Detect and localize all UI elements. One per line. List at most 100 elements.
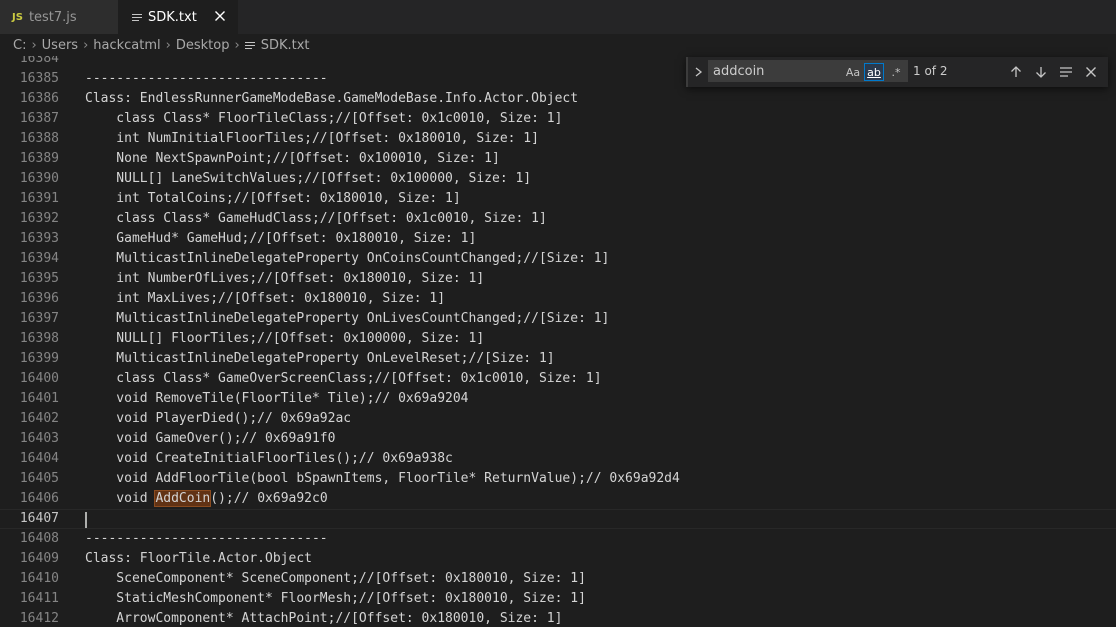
regex-toggle[interactable]: .* [886, 63, 906, 81]
arrow-up-icon[interactable] [1008, 64, 1024, 80]
line-number: 16404 [19, 451, 59, 466]
line-number: 16411 [19, 591, 59, 606]
line-number: 16396 [19, 291, 59, 306]
code-line[interactable]: 16403 void GameOver();// 0x69a91f0 [0, 429, 1116, 449]
line-number: 16394 [19, 251, 59, 266]
code-line[interactable]: 16393 GameHud* GameHud;//[Offset: 0x1800… [0, 229, 1116, 249]
line-number: 16392 [19, 211, 59, 226]
line-text: class Class* FloorTileClass;//[Offset: 0… [85, 111, 563, 126]
match-whole-word-toggle[interactable]: ab [864, 63, 884, 81]
code-line[interactable]: 16411 StaticMeshComponent* FloorMesh;//[… [0, 589, 1116, 609]
line-text: ------------------------------- [85, 531, 328, 546]
line-number: 16408 [19, 531, 59, 546]
line-text: void RemoveTile(FloorTile* Tile);// 0x69… [85, 391, 469, 406]
line-number: 16406 [19, 491, 59, 506]
line-number: 16412 [19, 611, 59, 626]
code-line[interactable]: 16406 void AddCoin();// 0x69a92c0 [0, 489, 1116, 509]
breadcrumb-file[interactable]: SDK.txt [261, 38, 310, 53]
breadcrumb-users[interactable]: Users [42, 38, 78, 53]
tab-test7-js[interactable]: JS test7.js [0, 0, 118, 34]
code-line[interactable]: 16407 [0, 509, 1116, 529]
line-text: NULL[] FloorTiles;//[Offset: 0x100000, S… [85, 331, 485, 346]
line-text: void GameOver();// 0x69a91f0 [85, 431, 336, 446]
code-line[interactable]: 16388 int NumInitialFloorTiles;//[Offset… [0, 129, 1116, 149]
find-in-selection-icon[interactable] [1058, 64, 1074, 80]
line-number: 16401 [19, 391, 59, 406]
code-line[interactable]: 16386 Class: EndlessRunnerGameModeBase.Ga… [0, 89, 1116, 109]
match-count: 1 of 2 [913, 64, 948, 78]
line-text: class Class* GameOverScreenClass;//[Offs… [85, 371, 602, 386]
code-line[interactable]: 16401 void RemoveTile(FloorTile* Tile);/… [0, 389, 1116, 409]
line-text: int NumberOfLives;//[Offset: 0x180010, S… [85, 271, 485, 286]
line-number: 16390 [19, 171, 59, 186]
line-number: 16397 [19, 311, 59, 326]
match-case-toggle[interactable]: Aa [844, 63, 862, 81]
text-cursor [85, 512, 87, 528]
tab-label: test7.js [28, 9, 77, 25]
code-line[interactable]: 16396 int MaxLives;//[Offset: 0x180010, … [0, 289, 1116, 309]
line-number: 16384 [19, 56, 59, 66]
line-text: ------------------------------- [85, 71, 328, 86]
code-line[interactable]: 16397 MulticastInlineDelegateProperty On… [0, 309, 1116, 329]
chevron-right-icon[interactable] [692, 63, 706, 81]
code-line[interactable]: 16398 NULL[] FloorTiles;//[Offset: 0x100… [0, 329, 1116, 349]
text-file-icon [244, 40, 255, 51]
line-text: NULL[] LaneSwitchValues;//[Offset: 0x100… [85, 171, 532, 186]
code-line[interactable]: 16409 Class: FloorTile.Actor.Object [0, 549, 1116, 569]
line-number: 16395 [19, 271, 59, 286]
arrow-down-icon[interactable] [1033, 64, 1049, 80]
search-match-highlight: AddCoin [154, 490, 212, 507]
line-text: ArrowComponent* AttachPoint;//[Offset: 0… [85, 611, 563, 626]
line-text: MulticastInlineDelegateProperty OnCoinsC… [85, 251, 610, 266]
line-text: void AddCoin();// 0x69a92c0 [85, 490, 328, 507]
tab-label: SDK.txt [148, 9, 197, 25]
code-line[interactable]: 16391 int TotalCoins;//[Offset: 0x180010… [0, 189, 1116, 209]
line-text: GameHud* GameHud;//[Offset: 0x180010, Si… [85, 231, 477, 246]
line-number: 16386 [19, 91, 59, 106]
code-line[interactable]: 16399 MulticastInlineDelegateProperty On… [0, 349, 1116, 369]
line-number: 16407 [19, 511, 59, 526]
line-number: 16385 [19, 71, 59, 86]
line-text: StaticMeshComponent* FloorMesh;//[Offset… [85, 591, 586, 606]
code-line[interactable]: 16402 void PlayerDied();// 0x69a92ac [0, 409, 1116, 429]
code-line[interactable]: 16408 ------------------------------- [0, 529, 1116, 549]
code-line[interactable]: 16395 int NumberOfLives;//[Offset: 0x180… [0, 269, 1116, 289]
line-number: 16405 [19, 471, 59, 486]
code-line[interactable]: 16387 class Class* FloorTileClass;//[Off… [0, 109, 1116, 129]
breadcrumb-hackcatml[interactable]: hackcatml [93, 38, 160, 53]
line-number: 16399 [19, 351, 59, 366]
line-text: int TotalCoins;//[Offset: 0x180010, Size… [85, 191, 461, 206]
breadcrumb-desktop[interactable]: Desktop [176, 38, 230, 53]
line-text: class Class* GameHudClass;//[Offset: 0x1… [85, 211, 547, 226]
js-icon: JS [12, 11, 23, 23]
code-line[interactable]: 16410 SceneComponent* SceneComponent;//[… [0, 569, 1116, 589]
code-line[interactable]: 16400 class Class* GameOverScreenClass;/… [0, 369, 1116, 389]
close-icon[interactable] [1083, 64, 1099, 80]
line-text: None NextSpawnPoint;//[Offset: 0x100010,… [85, 151, 500, 166]
line-number: 16389 [19, 151, 59, 166]
line-text: Class: EndlessRunnerGameModeBase.GameMod… [85, 91, 579, 106]
line-text: Class: FloorTile.Actor.Object [85, 551, 312, 566]
tab-bar: JS test7.js SDK.txt [0, 0, 1116, 34]
code-line[interactable]: 16394 MulticastInlineDelegateProperty On… [0, 249, 1116, 269]
code-line[interactable]: 16389 None NextSpawnPoint;//[Offset: 0x1… [0, 149, 1116, 169]
close-icon[interactable] [214, 8, 226, 24]
line-number: 16400 [19, 371, 59, 386]
breadcrumb: C: › Users › hackcatml › Desktop › SDK.t… [0, 34, 1116, 56]
chevron-right-icon: › [165, 37, 171, 53]
code-line[interactable]: 16390 NULL[] LaneSwitchValues;//[Offset:… [0, 169, 1116, 189]
line-number: 16387 [19, 111, 59, 126]
line-text: void AddFloorTile(bool bSpawnItems, Floo… [85, 471, 680, 486]
find-widget: Aa ab .* 1 of 2 [686, 57, 1108, 87]
code-editor[interactable]: 16384 16385 ------------------------------… [0, 56, 1116, 627]
code-line[interactable]: 16404 void CreateInitialFloorTiles();// … [0, 449, 1116, 469]
line-text: int MaxLives;//[Offset: 0x180010, Size: … [85, 291, 446, 306]
line-text: MulticastInlineDelegateProperty OnLevelR… [85, 351, 555, 366]
tab-sdk-txt[interactable]: SDK.txt [118, 0, 238, 34]
line-text: void PlayerDied();// 0x69a92ac [85, 411, 352, 426]
line-text: MulticastInlineDelegateProperty OnLivesC… [85, 311, 610, 326]
code-line[interactable]: 16412 ArrowComponent* AttachPoint;//[Off… [0, 609, 1116, 627]
code-line[interactable]: 16405 void AddFloorTile(bool bSpawnItems… [0, 469, 1116, 489]
breadcrumb-drive[interactable]: C: [13, 38, 26, 53]
code-line[interactable]: 16392 class Class* GameHudClass;//[Offse… [0, 209, 1116, 229]
